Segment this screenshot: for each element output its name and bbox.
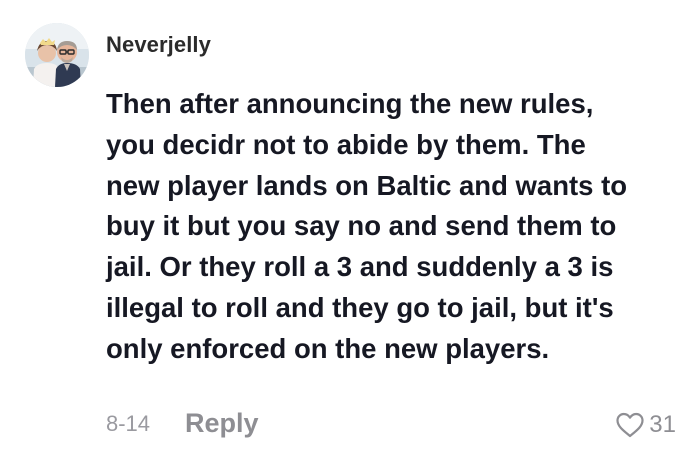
comment-text-line: buy it but you say no and send them to: [106, 210, 617, 242]
comment-meta-row: 8-14 Reply 31: [106, 408, 676, 444]
comment-item: Neverjelly Then after announcing the new…: [0, 0, 700, 460]
comment-text-line: Then after announcing the new rules,: [106, 88, 594, 119]
comment-text: Then after announcing the new rules, you…: [106, 84, 686, 370]
comment-date: 8-14: [106, 411, 151, 436]
username[interactable]: Neverjelly: [106, 32, 211, 58]
comment-text-line: only enforced on the new players.: [106, 332, 550, 364]
heart-outline-icon[interactable]: [615, 412, 645, 438]
comment-text-line: you decidr not to abide by them. The: [106, 128, 586, 160]
like-count: 31: [649, 411, 676, 438]
avatar[interactable]: [25, 23, 89, 87]
comment-text-line: new player lands on Baltic and wants to: [106, 169, 628, 201]
reply-button[interactable]: Reply: [185, 408, 259, 439]
avatar-photo: [25, 23, 89, 87]
like-button[interactable]: 31: [615, 410, 676, 440]
comment-text-line: jail. Or they roll a 3 and suddenly a 3 …: [106, 251, 614, 283]
comment-text-line: illegal to roll and they go to jail, but…: [106, 291, 614, 323]
